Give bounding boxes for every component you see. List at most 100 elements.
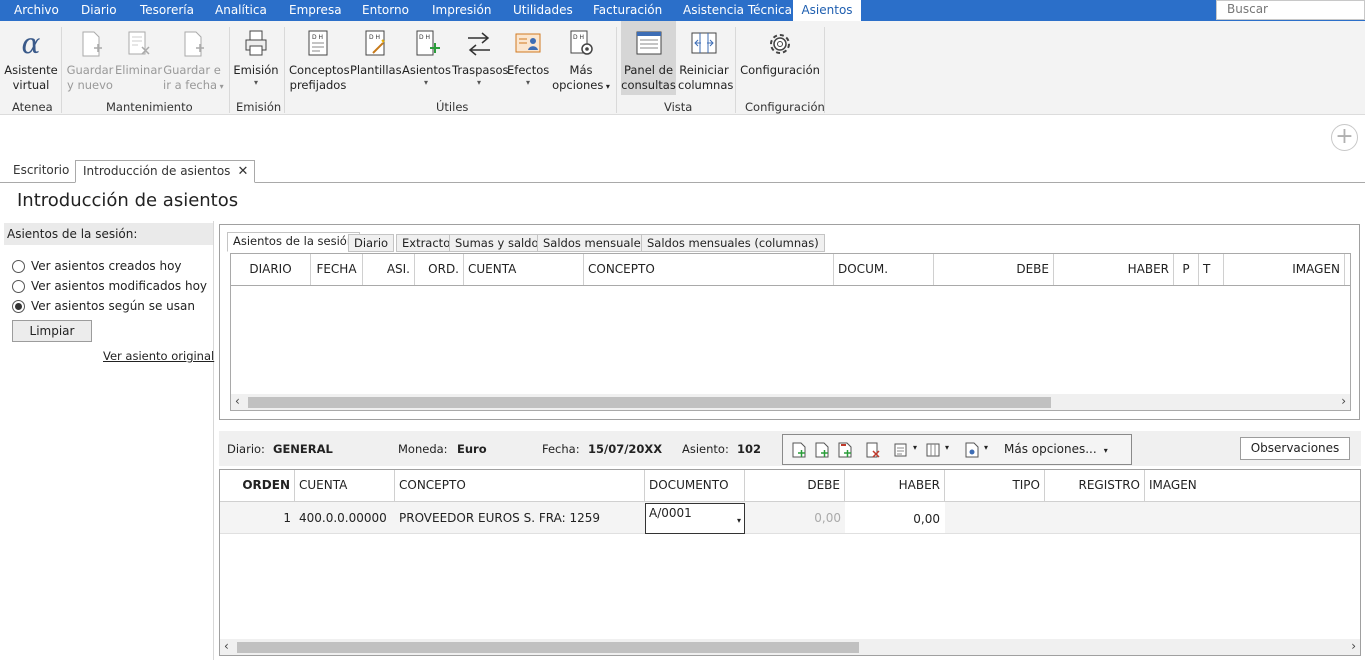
col-cuenta[interactable]: CUENTA (464, 254, 584, 285)
tab-escritorio[interactable]: Escritorio (6, 160, 76, 183)
col-diario[interactable]: DIARIO (231, 254, 311, 285)
col-orden[interactable]: ORDEN (220, 470, 295, 501)
documento-input[interactable]: A/0001 ▾ (645, 503, 745, 534)
menu-entorno[interactable]: Entorno (362, 0, 409, 21)
add-tab-icon[interactable]: + (1331, 124, 1358, 151)
entry-info-bar: Diario: GENERAL Moneda: Euro Fecha: 15/0… (219, 431, 1361, 466)
scroll-thumb[interactable] (248, 397, 1051, 408)
panel-label-1: Panel de (623, 63, 674, 77)
ver-asiento-original-link[interactable]: Ver asiento original (103, 349, 214, 363)
tab-saldos-mensuales[interactable]: Saldos mensuales (537, 234, 653, 252)
fecha-label: Fecha: (542, 442, 580, 456)
reiniciar-columnas-button[interactable]: Reiniciar columnas (678, 21, 733, 95)
col-t[interactable]: T (1199, 254, 1224, 285)
diario-value: GENERAL (273, 442, 333, 456)
scroll-left-icon[interactable]: ‹ (224, 639, 229, 654)
insert-line-icon[interactable] (815, 442, 829, 458)
search-input[interactable]: Buscar (1216, 0, 1365, 20)
radio-circle[interactable] (12, 260, 25, 273)
tab-sumas-saldos[interactable]: Sumas y saldos (449, 234, 551, 252)
scroll-right-icon[interactable]: › (1341, 394, 1346, 409)
dropdown-arrow-icon[interactable]: ▾ (737, 512, 741, 530)
tab-diario[interactable]: Diario (348, 234, 395, 252)
mas-opciones-button[interactable]: D H Más opciones ▾ (550, 21, 612, 95)
cell-concepto[interactable]: PROVEEDOR EUROS S. FRA: 1259 (395, 502, 645, 533)
menu-utilidades[interactable]: Utilidades (513, 0, 573, 21)
conceptos-prefijados-button[interactable]: D H Conceptos prefijados (289, 21, 350, 95)
table-row[interactable]: 1 400.0.0.00000 PROVEEDOR EUROS S. FRA: … (220, 502, 1360, 534)
tab-asientos-sesion[interactable]: Asientos de la sesión (227, 232, 361, 252)
asiento-value: 102 (737, 442, 762, 456)
tab-extracto[interactable]: Extracto (396, 234, 457, 252)
scroll-right-icon[interactable]: › (1351, 639, 1356, 654)
check-lines-icon[interactable] (894, 442, 908, 458)
asistente-virtual-button[interactable]: α Asistente virtual (4, 21, 58, 95)
col-p[interactable]: P (1174, 254, 1199, 285)
menu-facturacion[interactable]: Facturación (593, 0, 662, 21)
observaciones-button[interactable]: Observaciones (1240, 437, 1350, 460)
radio-segun-se-usan[interactable]: Ver asientos según se usan (12, 299, 212, 315)
mas-opciones-dropdown[interactable]: Más opciones... ▾ (1004, 442, 1108, 456)
limpiar-button[interactable]: Limpiar (12, 320, 92, 342)
copy-line-icon[interactable] (838, 442, 852, 458)
col-tipo[interactable]: TIPO (945, 470, 1045, 501)
traspasos-button[interactable]: Traspasos ▾ (452, 21, 508, 95)
col-docum[interactable]: DOCUM. (834, 254, 934, 285)
cell-cuenta[interactable]: 400.0.0.00000 (295, 502, 395, 533)
emision-button[interactable]: Emisión ▾ (233, 21, 279, 95)
col-haber[interactable]: HABER (845, 470, 945, 501)
col-ord[interactable]: ORD. (415, 254, 464, 285)
tab-introduccion-asientos[interactable]: Introducción de asientos ✕ (75, 160, 256, 183)
configuracion-button[interactable]: Configuración (740, 21, 820, 95)
col-fecha[interactable]: FECHA (311, 254, 363, 285)
col-imagen[interactable]: IMAGEN (1224, 254, 1345, 285)
menu-tesoreria[interactable]: Tesorería (140, 0, 194, 21)
cell-debe[interactable]: 0,00 (745, 502, 845, 533)
dropdown-arrow-icon[interactable]: ▾ (945, 443, 949, 452)
conceptos-label-1: Conceptos (289, 63, 350, 77)
col-registro[interactable]: REGISTRO (1045, 470, 1145, 501)
col-concepto[interactable]: CONCEPTO (395, 470, 645, 501)
radio-creados-hoy[interactable]: Ver asientos creados hoy (12, 259, 212, 275)
columns-icon[interactable] (926, 442, 940, 458)
close-icon[interactable]: ✕ (238, 161, 249, 182)
radio-label: Ver asientos según se usan (31, 299, 195, 313)
radio-circle[interactable] (12, 280, 25, 293)
scroll-thumb[interactable] (237, 642, 859, 653)
guardar-fecha-button[interactable]: Guardar e ir a fecha ▾ (163, 21, 224, 95)
col-debe[interactable]: DEBE (745, 470, 845, 501)
radio-modificados-hoy[interactable]: Ver asientos modificados hoy (12, 279, 212, 295)
col-debe[interactable]: DEBE (934, 254, 1054, 285)
plantillas-button[interactable]: D H Plantillas (350, 21, 402, 95)
radio-circle-selected[interactable] (12, 300, 25, 313)
horizontal-scrollbar[interactable]: ‹ › (220, 639, 1360, 655)
cell-haber[interactable]: 0,00 (845, 502, 945, 533)
guardar-nuevo-button[interactable]: Guardar y nuevo (66, 21, 114, 95)
dropdown-arrow-icon[interactable]: ▾ (913, 443, 917, 452)
menu-archivo[interactable]: Archivo (14, 0, 59, 21)
add-line-icon[interactable] (792, 442, 806, 458)
tab-saldos-mensuales-columnas[interactable]: Saldos mensuales (columnas) (641, 234, 825, 252)
efectos-button[interactable]: Efectos ▾ (507, 21, 549, 95)
menu-impresion[interactable]: Impresión (432, 0, 491, 21)
col-imagen[interactable]: IMAGEN (1145, 470, 1245, 501)
scroll-left-icon[interactable]: ‹ (235, 394, 240, 409)
col-haber[interactable]: HABER (1054, 254, 1174, 285)
col-documento[interactable]: DOCUMENTO (645, 470, 745, 501)
menu-asientos[interactable]: Asientos (793, 0, 861, 21)
eliminar-button[interactable]: Eliminar (115, 21, 162, 95)
menu-asistencia-tecnica[interactable]: Asistencia Técnica (683, 0, 792, 21)
menu-diario[interactable]: Diario (81, 0, 117, 21)
attach-doc-icon[interactable] (965, 442, 979, 458)
panel-consultas-button[interactable]: Panel de consultas (621, 21, 676, 95)
horizontal-scrollbar[interactable]: ‹ › (231, 394, 1350, 410)
menu-analitica[interactable]: Analítica (215, 0, 267, 21)
asientos-button[interactable]: D H Asientos ▾ (402, 21, 451, 95)
col-cuenta[interactable]: CUENTA (295, 470, 395, 501)
cell-orden[interactable]: 1 (220, 502, 295, 533)
col-asi[interactable]: ASI. (363, 254, 415, 285)
menu-empresa[interactable]: Empresa (289, 0, 342, 21)
delete-line-icon[interactable] (866, 442, 880, 458)
dropdown-arrow-icon[interactable]: ▾ (984, 443, 988, 452)
col-concepto[interactable]: CONCEPTO (584, 254, 834, 285)
